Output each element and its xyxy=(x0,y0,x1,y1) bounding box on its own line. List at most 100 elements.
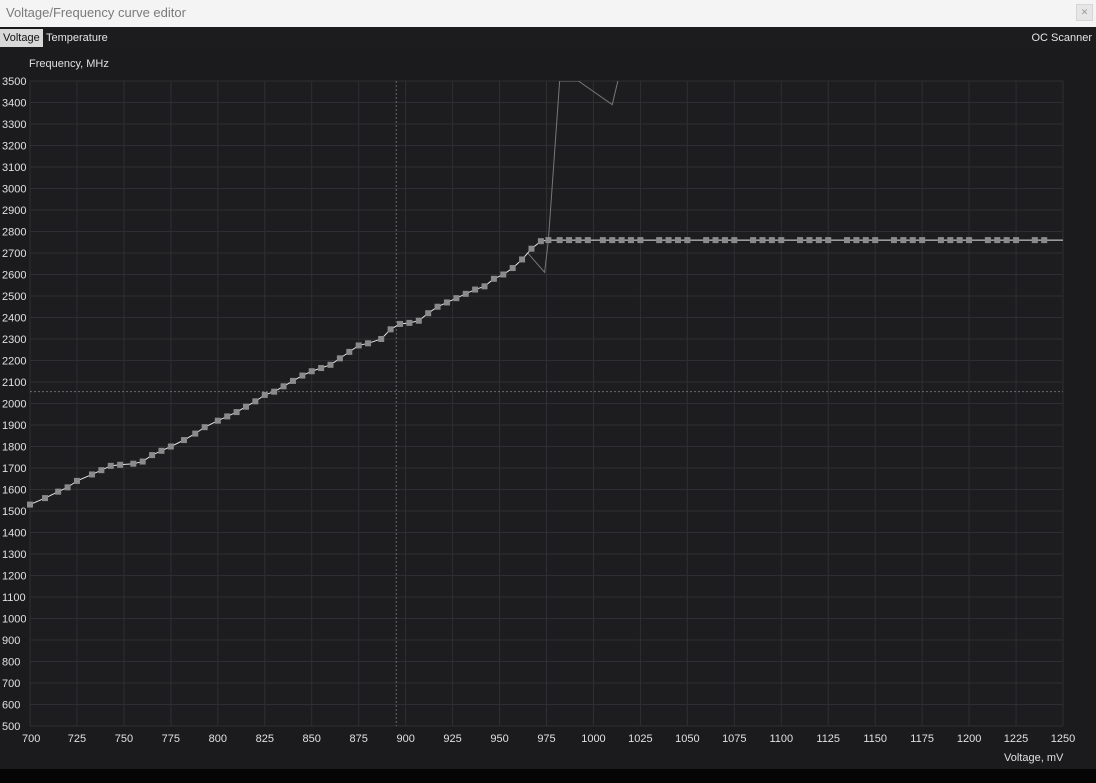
curve-point[interactable] xyxy=(566,237,573,244)
curve-point[interactable] xyxy=(434,303,441,310)
curve-point[interactable] xyxy=(862,237,869,244)
curve-point[interactable] xyxy=(637,237,644,244)
curve-point[interactable] xyxy=(299,372,306,379)
curve-point[interactable] xyxy=(778,237,785,244)
curve-point[interactable] xyxy=(909,237,916,244)
curve-point[interactable] xyxy=(815,237,822,244)
tab-voltage[interactable]: Voltage xyxy=(0,29,43,47)
oc-scanner-button[interactable]: OC Scanner xyxy=(1031,29,1092,47)
curve-point[interactable] xyxy=(55,488,62,495)
curve-point[interactable] xyxy=(806,237,813,244)
curve-point[interactable] xyxy=(956,237,963,244)
curve-point[interactable] xyxy=(167,443,174,450)
curve-point[interactable] xyxy=(453,295,460,302)
curve-point[interactable] xyxy=(575,237,582,244)
curve-point[interactable] xyxy=(378,336,385,342)
curve-point[interactable] xyxy=(27,501,33,508)
curve-point[interactable] xyxy=(919,237,926,244)
curve-point[interactable] xyxy=(346,348,353,355)
curve-point[interactable] xyxy=(656,237,663,244)
curve-point[interactable] xyxy=(797,237,804,244)
curve-point[interactable] xyxy=(759,237,766,244)
curve-point[interactable] xyxy=(984,237,991,244)
curve-point[interactable] xyxy=(1031,237,1038,244)
curve-point[interactable] xyxy=(768,237,775,244)
curve-point[interactable] xyxy=(712,237,719,244)
curve-point[interactable] xyxy=(665,237,672,244)
curve-point[interactable] xyxy=(242,403,249,410)
curve-point[interactable] xyxy=(825,237,832,244)
curve-point[interactable] xyxy=(181,437,188,444)
curve-point[interactable] xyxy=(731,237,738,244)
curve-point[interactable] xyxy=(628,237,635,244)
curve-point[interactable] xyxy=(415,317,422,324)
curve-point[interactable] xyxy=(599,237,606,244)
curve-point[interactable] xyxy=(425,310,432,317)
curve-point[interactable] xyxy=(900,237,907,244)
curve-point[interactable] xyxy=(545,237,552,244)
curve-point[interactable] xyxy=(214,417,221,424)
curve-point[interactable] xyxy=(684,237,691,244)
vf-curve-svg[interactable]: Frequency, MHz Voltage, mV 700 725 750 775 8… xyxy=(0,49,1096,769)
curve-point[interactable] xyxy=(1003,237,1010,244)
curve-point[interactable] xyxy=(584,237,591,244)
curve-point[interactable] xyxy=(289,377,296,384)
curve-point[interactable] xyxy=(618,237,625,244)
curve-point[interactable] xyxy=(872,237,879,244)
curve-point[interactable] xyxy=(406,319,413,326)
curve-point[interactable] xyxy=(462,290,469,297)
curve-point[interactable] xyxy=(509,265,516,272)
curve-point[interactable] xyxy=(318,365,325,372)
curve-point[interactable] xyxy=(261,391,268,398)
curve-point[interactable] xyxy=(609,237,616,244)
curve-point[interactable] xyxy=(750,237,757,244)
curve-point[interactable] xyxy=(107,462,114,469)
curve-point[interactable] xyxy=(966,237,973,244)
curve-point[interactable] xyxy=(1013,237,1020,244)
curve-point[interactable] xyxy=(130,460,137,467)
curve-point[interactable] xyxy=(937,237,944,244)
curve-point[interactable] xyxy=(355,342,362,349)
vf-curve-chart[interactable]: Frequency, MHz Voltage, mV 700 725 750 775 8… xyxy=(0,49,1096,769)
curve-point[interactable] xyxy=(271,388,278,395)
curve-point[interactable] xyxy=(528,245,535,252)
curve-point[interactable] xyxy=(233,409,240,416)
curve-point[interactable] xyxy=(674,237,681,244)
curve-point[interactable] xyxy=(1041,237,1048,244)
curve-point[interactable] xyxy=(224,413,231,420)
curve-point[interactable] xyxy=(721,237,728,244)
curve-point[interactable] xyxy=(280,383,287,390)
curve-point[interactable] xyxy=(42,495,49,502)
curve-point[interactable] xyxy=(519,256,526,263)
curve-point[interactable] xyxy=(201,424,208,431)
curve-point[interactable] xyxy=(994,237,1001,244)
curve-point[interactable] xyxy=(149,452,156,459)
curve-point[interactable] xyxy=(88,471,95,478)
curve-point[interactable] xyxy=(443,299,450,306)
curve-point[interactable] xyxy=(387,326,394,333)
curve-point[interactable] xyxy=(481,283,488,290)
tab-temperature[interactable]: Temperature xyxy=(43,29,111,47)
curve-point[interactable] xyxy=(139,458,146,465)
curve-point[interactable] xyxy=(252,398,259,405)
curve-point[interactable] xyxy=(365,340,372,347)
curve-point[interactable] xyxy=(117,461,124,468)
curve-point[interactable] xyxy=(158,447,165,454)
curve-point[interactable] xyxy=(947,237,954,244)
curve-point[interactable] xyxy=(397,320,404,327)
curve-point[interactable] xyxy=(556,237,563,244)
curve-point[interactable] xyxy=(844,237,851,244)
curve-point[interactable] xyxy=(490,275,497,282)
curve-point[interactable] xyxy=(853,237,860,244)
curve-point[interactable] xyxy=(890,237,897,244)
close-icon[interactable]: ✕ xyxy=(1076,4,1093,21)
curve-point[interactable] xyxy=(703,237,710,244)
curve-point[interactable] xyxy=(537,238,544,245)
curve-point[interactable] xyxy=(500,271,507,278)
curve-point[interactable] xyxy=(336,355,343,362)
curve-point[interactable] xyxy=(472,286,479,293)
curve-point[interactable] xyxy=(192,430,199,437)
curve-point[interactable] xyxy=(73,477,80,484)
curve-point[interactable] xyxy=(327,361,334,368)
curve-point[interactable] xyxy=(308,368,315,375)
